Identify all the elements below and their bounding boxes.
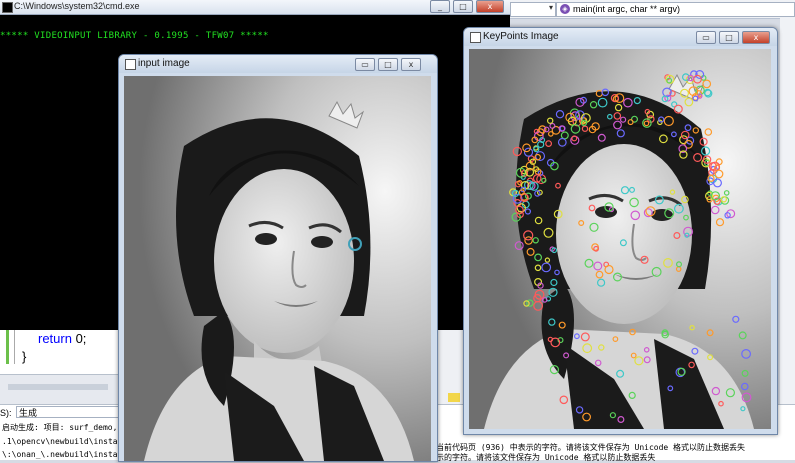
ide-right-gutter (780, 18, 795, 404)
output-line: 启动生成: 项目: surf_demo, (2, 423, 118, 432)
ide-navigation-bar: ▾ ◈ main(int argc, char ** argv) (510, 0, 795, 19)
horizontal-scrollbar[interactable] (8, 384, 108, 390)
scope-dropdown[interactable]: ▾ (510, 2, 556, 17)
function-dropdown[interactable]: ◈ main(int argc, char ** argv) (556, 2, 795, 17)
close-button[interactable]: x (401, 58, 421, 71)
output-line: .1\opencv\newbuild\install (2, 437, 128, 446)
function-icon: ◈ (560, 4, 570, 14)
keypoints-image-window[interactable]: KeyPoints Image ▭ □ x (463, 27, 778, 435)
input-image (124, 76, 431, 461)
input-image-title: input image (138, 58, 190, 69)
outline-guide (14, 330, 15, 364)
input-image-window[interactable]: input image ▭ □ x (118, 54, 438, 462)
cmd-minimize-button[interactable]: _ (430, 0, 450, 13)
cmd-titlebar[interactable]: C:\Windows\system32\cmd.exe _ □ x (0, 0, 510, 15)
maximize-button[interactable]: □ (719, 31, 739, 44)
output-source-label: S): (0, 408, 12, 418)
input-window-buttons: ▭ □ x (355, 58, 421, 71)
change-marker (6, 330, 9, 364)
output-marker (448, 393, 460, 402)
minimize-button[interactable]: ▭ (355, 58, 375, 71)
output-line: \:\onan_\.newbuild\install\ (2, 450, 133, 459)
output-source-dropdown[interactable]: 生成 (16, 406, 120, 418)
portrait-with-keypoints (469, 49, 771, 429)
keypoints-image (469, 49, 771, 429)
keypoints-window-buttons: ▭ □ x (696, 31, 770, 44)
code-line-return: return 0; (38, 331, 86, 346)
cmd-window-buttons: _ □ x (430, 0, 504, 13)
keypoints-title: KeyPoints Image (483, 31, 559, 42)
keypoints-titlebar[interactable]: KeyPoints Image ▭ □ x (464, 28, 777, 46)
cmd-close-button[interactable]: x (476, 0, 504, 13)
maximize-button[interactable]: □ (378, 58, 398, 71)
code-line-brace: } (22, 349, 27, 364)
close-button[interactable]: x (742, 31, 770, 44)
cmd-icon (2, 2, 13, 13)
cmd-maximize-button[interactable]: □ (453, 0, 473, 13)
minimize-button[interactable]: ▭ (696, 31, 716, 44)
window-icon (125, 59, 136, 70)
cmd-banner-text: ***** VIDEOINPUT LIBRARY - 0.1995 - TFW0… (0, 31, 269, 41)
chevron-down-icon: ▾ (548, 3, 553, 12)
window-icon (470, 32, 481, 43)
function-dropdown-value: main(int argc, char ** argv) (573, 4, 681, 14)
output-warning-line: 示的字符。请将该文件保存为 Unicode 格式以防止数据丢失 (436, 453, 656, 462)
input-image-titlebar[interactable]: input image ▭ □ x (119, 55, 437, 73)
code-value: 0; (71, 331, 87, 346)
code-keyword: return (38, 331, 72, 346)
portrait-grayscale (124, 76, 431, 461)
cmd-title: C:\Windows\system32\cmd.exe (14, 1, 140, 11)
